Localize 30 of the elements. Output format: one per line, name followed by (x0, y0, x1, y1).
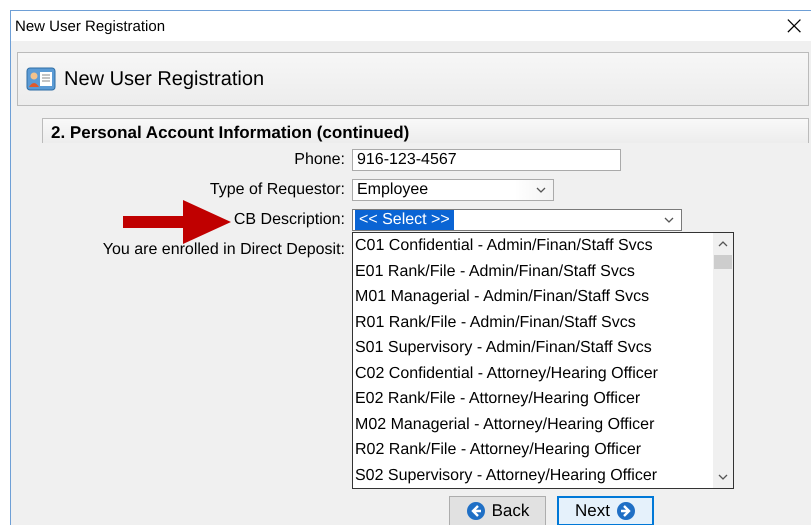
list-item[interactable]: M02 Managerial - Attorney/Hearing Officer (355, 412, 713, 437)
chevron-down-icon (535, 185, 547, 195)
field-label: CB Description: (17, 211, 352, 229)
next-button[interactable]: Next (557, 496, 654, 525)
chevron-down-icon (717, 472, 729, 482)
list-item[interactable]: E02 Rank/File - Attorney/Hearing Officer (355, 386, 713, 412)
list-item[interactable]: C02 Confidential - Attorney/Hearing Officer (355, 360, 713, 386)
dropdown-field[interactable]: Employee (352, 179, 554, 201)
field-label: You are enrolled in Direct Deposit: (102, 241, 346, 259)
header-title: New User Registration (64, 68, 264, 90)
scrollbar[interactable] (713, 233, 733, 488)
section-title: 2. Personal Account Information (continued) (51, 123, 410, 143)
list-item[interactable]: E01 Rank/File - Admin/Finan/Staff Svcs (355, 258, 713, 284)
arrow-right-icon (616, 501, 636, 521)
chevron-up-icon (717, 239, 729, 249)
list-item[interactable]: R01 Rank/File - Admin/Finan/Staff Svcs (355, 310, 713, 335)
list-item[interactable]: C01 Confidential - Admin/Finan/Staff Svcs (355, 233, 713, 258)
list-item[interactable]: M01 Managerial - Admin/Finan/Staff Svcs (355, 284, 713, 310)
field-label: Phone: (293, 151, 346, 169)
chevron-down-icon (663, 215, 675, 225)
arrow-left-icon (466, 501, 486, 521)
id-card-icon (26, 66, 56, 92)
field-label: Type of Requestor: (208, 181, 346, 199)
scroll-thumb[interactable] (714, 255, 732, 269)
back-button[interactable]: Back (449, 496, 546, 525)
list-item[interactable]: R02 Rank/File - Attorney/Hearing Officer (355, 437, 713, 462)
list-item[interactable]: S02 Supervisory - Attorney/Hearing Officer (355, 462, 713, 488)
list-item[interactable]: S01 Supervisory - Admin/Finan/Staff Svcs (355, 335, 713, 360)
window-title: New User Registration (15, 18, 166, 34)
text-field[interactable]: 916-123-4567 (352, 149, 621, 171)
